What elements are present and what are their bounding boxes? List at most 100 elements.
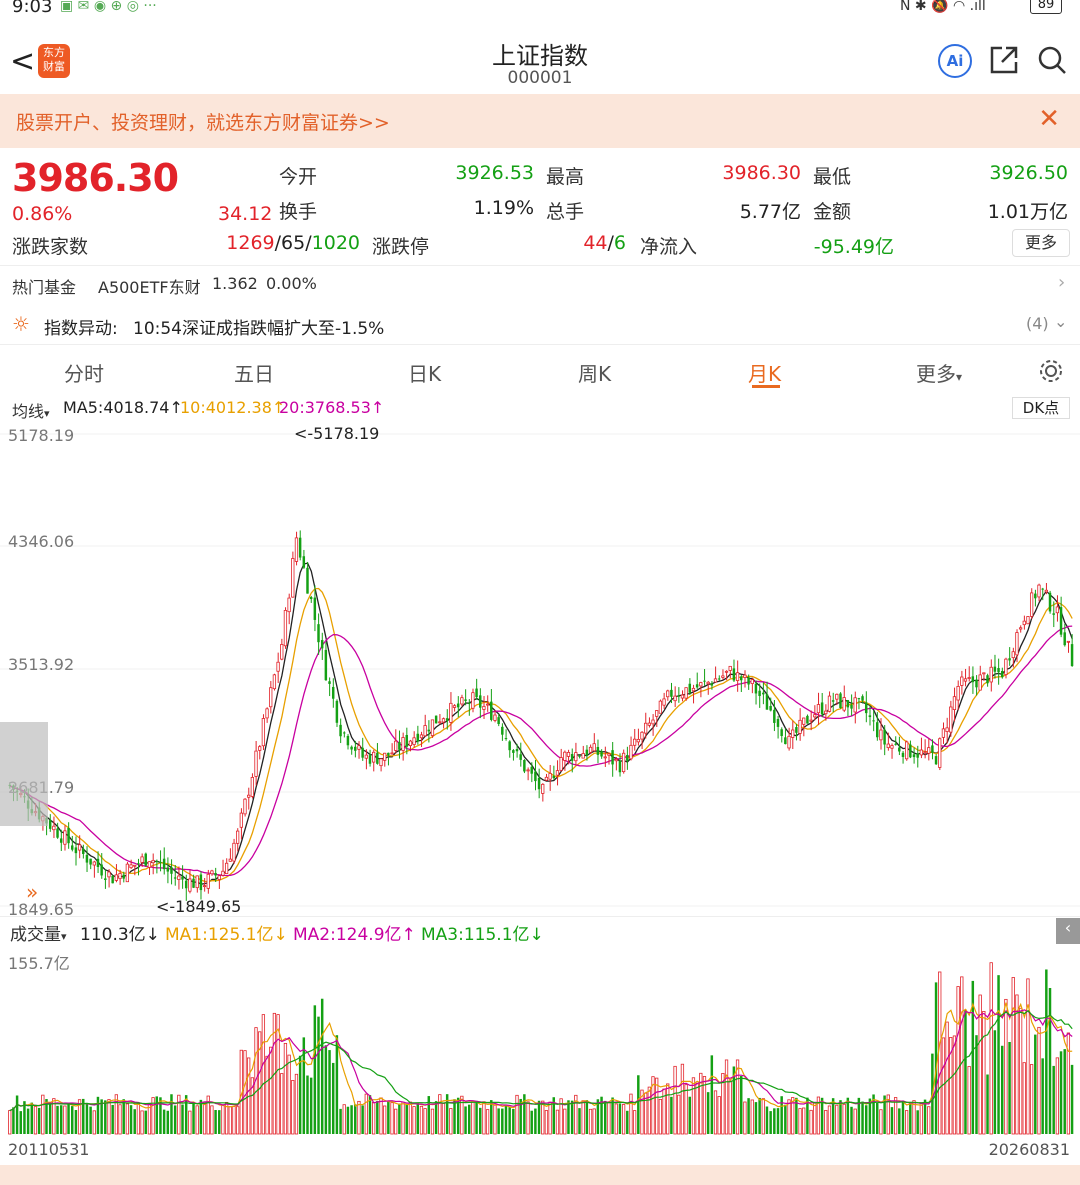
candle-body [177, 875, 181, 880]
collapse-arrow-icon[interactable]: ‹ [1056, 918, 1080, 944]
candle-body [548, 773, 552, 780]
tab-daily-k[interactable]: 日K [408, 358, 441, 387]
candle-body [320, 640, 324, 649]
volume-bar [430, 1108, 435, 1135]
share-icon[interactable] [988, 44, 1020, 76]
search-icon[interactable] [1036, 44, 1068, 76]
candle-body [1063, 632, 1066, 646]
alert-text[interactable]: 10:54深证成指跌幅扩大至-1.5% [133, 314, 384, 339]
volume-bar [63, 1105, 67, 1135]
volume-bar [530, 1110, 533, 1134]
volume-bar [927, 1106, 931, 1135]
volume-bar [993, 1030, 997, 1134]
volume-bar [761, 1098, 765, 1135]
side-panel-handle[interactable] [0, 722, 48, 826]
volume-bar [769, 1111, 772, 1134]
volume-bar [1052, 1065, 1055, 1134]
candle-body [239, 812, 243, 828]
volume-bar [441, 1103, 446, 1135]
volume-bar [493, 1104, 497, 1135]
candle-body [795, 727, 798, 733]
amount-value: 1.01万亿 [987, 201, 1068, 223]
y-axis-label: 3513.92 [8, 655, 75, 674]
volume-bar [67, 1102, 70, 1134]
close-icon[interactable]: ✕ [1038, 104, 1060, 134]
candle-body [67, 827, 70, 844]
volume-bar [1048, 987, 1052, 1134]
chevron-down-icon[interactable]: ⌄ [1054, 312, 1067, 331]
tab-monthly-k[interactable]: 月K [748, 358, 781, 387]
candle-body [122, 874, 125, 879]
volume-axis-max: 155.7亿 [8, 954, 70, 973]
candle-body [261, 718, 266, 747]
candle-body [850, 704, 853, 709]
volume-bar [294, 1073, 299, 1135]
candle-body [544, 776, 549, 781]
promo-banner[interactable]: 股票开户、投资理财，就选东方财富证券>> ✕ [0, 94, 1080, 148]
volume-bar [1034, 1034, 1037, 1134]
volume-bar [512, 1108, 515, 1134]
candle-body [621, 752, 626, 773]
volume-bar [125, 1103, 130, 1135]
tab-more[interactable]: 更多▾ [916, 358, 962, 387]
candle-body [147, 861, 152, 868]
double-chevron-icon[interactable]: » [26, 880, 38, 904]
volume-bar [357, 1100, 361, 1135]
volume-bar [243, 1050, 247, 1135]
more-quote-button[interactable]: 更多 [1012, 229, 1070, 257]
volume-bar [33, 1106, 38, 1135]
tab-intraday[interactable]: 分时 [64, 358, 104, 387]
ai-icon[interactable]: Ai [938, 44, 972, 78]
ma5-value: MA5:4018.74↑ [63, 398, 183, 417]
volume-current: 110.3亿↓ [80, 925, 160, 945]
volume-bar [578, 1108, 581, 1134]
page-title: 上证指数 [492, 42, 588, 70]
ma-selector[interactable]: 均线▾ [12, 398, 50, 422]
active-tab-indicator [752, 385, 780, 388]
candle-body [820, 702, 824, 715]
promo-banner-text[interactable]: 股票开户、投资理财，就选东方财富证券>> [16, 108, 390, 135]
candle-body [1011, 651, 1015, 659]
volume-bar [59, 1105, 63, 1134]
volume-bar [1008, 1041, 1011, 1134]
candle-body [512, 750, 515, 753]
volume-bar [133, 1109, 136, 1134]
fund-name[interactable]: A500ETF东财 [98, 274, 201, 298]
volume-bar [394, 1108, 398, 1135]
candle-body [419, 734, 424, 739]
volume-bar [199, 1099, 203, 1134]
tab-five-day[interactable]: 五日 [234, 358, 274, 387]
volume-bar [898, 1108, 901, 1134]
volume-bar [37, 1107, 41, 1134]
candle-body [706, 681, 710, 685]
alert-count[interactable]: (4) [1026, 314, 1049, 333]
candle-body [159, 861, 162, 863]
candle-body [184, 880, 188, 889]
volume-bar [691, 1077, 696, 1135]
volume-bar [485, 1109, 490, 1135]
volume-bar [387, 1100, 390, 1134]
gear-icon[interactable] [1038, 358, 1064, 384]
fund-label: 热门基金 [12, 278, 77, 297]
chevron-right-icon[interactable]: › [1058, 272, 1065, 293]
candle-body [383, 752, 387, 761]
volume-bar [479, 1107, 482, 1134]
volume-bar [48, 1103, 52, 1134]
volume-bar [743, 1101, 747, 1135]
candle-body [265, 708, 269, 719]
volume-bar [618, 1103, 622, 1134]
volume-selector[interactable]: 成交量▾ [10, 920, 67, 945]
volume-bar [188, 1110, 192, 1135]
candlestick-chart[interactable] [0, 420, 1080, 920]
volume-bar [567, 1100, 570, 1134]
tab-weekly-k[interactable]: 周K [578, 358, 611, 387]
status-time: 9:03 [12, 0, 53, 17]
volume-bar [621, 1104, 626, 1135]
candle-body [971, 676, 975, 683]
dk-point-button[interactable]: DK点 [1012, 397, 1070, 419]
candle-body [376, 752, 379, 764]
volume-bar [1045, 969, 1048, 1134]
volume-bar [412, 1106, 416, 1135]
candle-body [765, 694, 769, 710]
candle-body [883, 729, 886, 745]
